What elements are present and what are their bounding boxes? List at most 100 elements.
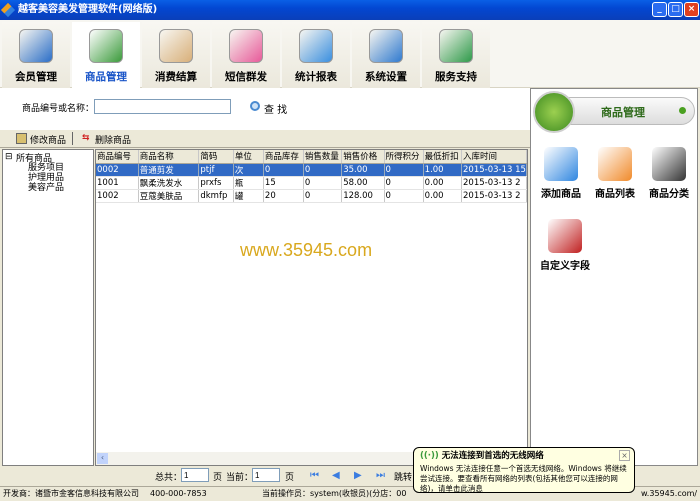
delete-product-button[interactable]: 删除商品 (95, 133, 131, 146)
panel-button-3[interactable]: 自定义字段 (535, 219, 595, 272)
current-label: 当前： (226, 473, 254, 483)
panel-button-icon (548, 219, 582, 253)
tab-icon (369, 29, 403, 63)
table-row[interactable]: 1002 豆蔻美肤品 dkmfp 罐 20 0 128.00 0 0.00 2015-03-13 … (96, 189, 527, 203)
toolbar: 修改商品 ⇆ 删除商品 (0, 130, 530, 148)
table-cell: 0 (303, 189, 343, 203)
search-input[interactable] (94, 99, 231, 114)
table-cell: 豆蔻美肤品 (138, 189, 200, 203)
column-header[interactable]: 销售价格 (341, 150, 385, 164)
tab-1[interactable]: 商品管理 (72, 22, 140, 88)
column-header[interactable]: 最低折扣 (423, 150, 463, 164)
tab-4[interactable]: 统计报表 (282, 22, 350, 88)
wireless-icon: ((·)) (420, 451, 442, 461)
column-header[interactable]: 单位 (233, 150, 264, 164)
last-page-icon[interactable]: ⏭ (376, 470, 385, 481)
table-cell: 0.00 (423, 189, 463, 203)
balloon-close-button[interactable]: × (619, 450, 630, 461)
tab-icon (89, 29, 123, 63)
app-logo-icon (0, 2, 16, 18)
main-tabs: 会员管理 商品管理 消费结算 短信群发 统计报表 系统设置 服务支持 (0, 20, 700, 88)
phone-text: 400-000-7853 (150, 489, 207, 498)
panel-button-icon (652, 147, 686, 181)
tab-label: 服务支持 (435, 71, 477, 83)
table-cell: ptjf (198, 163, 234, 177)
column-header[interactable]: 商品名称 (138, 150, 200, 164)
minimize-button[interactable]: _ (652, 2, 667, 17)
table-cell: 1002 (96, 189, 139, 203)
developer-text: 开发商：诸暨市金客信息科技有限公司 (3, 489, 139, 498)
table-cell: 瓶 (233, 176, 264, 190)
table-cell: 20 (263, 189, 304, 203)
table-cell: 35.00 (341, 163, 385, 177)
tab-6[interactable]: 服务支持 (422, 22, 490, 88)
table-cell: 0.00 (423, 176, 463, 190)
column-header[interactable]: 商品库存 (263, 150, 304, 164)
edit-product-button[interactable]: 修改商品 (30, 133, 66, 146)
panel-title: 商品管理 (601, 106, 645, 119)
search-button[interactable]: 查 找 (264, 101, 287, 116)
toolbar-divider (72, 132, 73, 145)
first-page-icon[interactable]: ⏮ (310, 470, 319, 481)
tab-3[interactable]: 短信群发 (212, 22, 280, 88)
search-label: 商品编号或名称： (22, 104, 95, 114)
jump-label[interactable]: 跳转 (394, 470, 412, 483)
panel-button-label: 商品分类 (649, 189, 689, 200)
panel-button-2[interactable]: 商品分类 (643, 147, 695, 200)
table-cell: 飘柔洗发水 (138, 176, 200, 190)
balloon-body: Windows 无法连接任意一个首选无线网络。Windows 将继续尝试连接。要… (420, 464, 627, 493)
tree-item[interactable]: 美容产品 (28, 180, 64, 193)
column-header[interactable]: 入库时间 (461, 150, 527, 164)
table-cell: 0 (303, 163, 343, 177)
maximize-button[interactable]: □ (668, 2, 683, 17)
url-text[interactable]: w.35945.com/ (641, 487, 697, 501)
tree-toggle[interactable]: ⊟ (5, 152, 13, 162)
table-cell: 2015-03-13 2 (461, 176, 527, 190)
operator-text: 当前操作员：system(收银员)(分店：00 (262, 489, 407, 498)
tab-label: 会员管理 (15, 71, 57, 83)
current-page-field[interactable] (252, 468, 280, 482)
column-header[interactable]: 销售数量 (303, 150, 343, 164)
category-tree: ⊟ 所有商品 服务项目 护理用品 美容产品 (2, 149, 94, 466)
tab-5[interactable]: 系统设置 (352, 22, 420, 88)
mascot-icon (533, 91, 575, 133)
table-row[interactable]: 0002 普通剪发 ptjf 次 0 0 35.00 0 1.00 2015-03-13 15 (96, 163, 527, 177)
panel-button-1[interactable]: 商品列表 (589, 147, 641, 200)
column-header[interactable]: 所得积分 (384, 150, 424, 164)
column-header[interactable]: 商品编号 (96, 150, 139, 164)
search-icon (250, 101, 260, 111)
table-cell: 58.00 (341, 176, 385, 190)
table-cell: 次 (233, 163, 264, 177)
watermark: www.35945.com (240, 240, 373, 260)
tab-icon (159, 29, 193, 63)
tab-0[interactable]: 会员管理 (2, 22, 70, 88)
table-cell: 0 (263, 163, 304, 177)
table-cell: dkmfp (198, 189, 234, 203)
table-cell: 1.00 (423, 163, 463, 177)
table-cell: 15 (263, 176, 304, 190)
next-page-icon[interactable]: ▶ (354, 470, 362, 481)
panel-button-label: 商品列表 (595, 189, 635, 200)
table-cell: 罐 (233, 189, 264, 203)
delete-icon: ⇆ (82, 133, 90, 143)
tab-icon (299, 29, 333, 63)
table-cell: 128.00 (341, 189, 385, 203)
table-cell: 0 (384, 176, 424, 190)
table-cell: 2015-03-13 2 (461, 189, 527, 203)
tab-label: 系统设置 (365, 71, 407, 83)
close-button[interactable]: × (684, 2, 699, 17)
prev-page-icon[interactable]: ◀ (332, 470, 340, 481)
total-pages-field[interactable] (181, 468, 209, 482)
table-row[interactable]: 1001 飘柔洗发水 prxfs 瓶 15 0 58.00 0 0.00 2015-03-13 2 (96, 176, 527, 190)
tab-2[interactable]: 消费结算 (142, 22, 210, 88)
panel-button-icon (598, 147, 632, 181)
panel-button-label: 自定义字段 (540, 261, 590, 272)
product-table: 商品编号 商品名称 简码 单位 商品库存 销售数量 销售价格 所得积分 最低折扣 入库时间 000… (95, 149, 528, 466)
tab-label: 消费结算 (155, 71, 197, 83)
table-cell: 0 (384, 189, 424, 203)
status-dot-icon (679, 107, 686, 114)
scroll-left-icon[interactable]: ‹ (97, 453, 108, 464)
panel-button-0[interactable]: 添加商品 (535, 147, 587, 200)
wifi-notification-balloon[interactable]: ((·)) 无法连接到首选的无线网络 Windows 无法连接任意一个首选无线网… (413, 447, 635, 493)
column-header[interactable]: 简码 (198, 150, 234, 164)
